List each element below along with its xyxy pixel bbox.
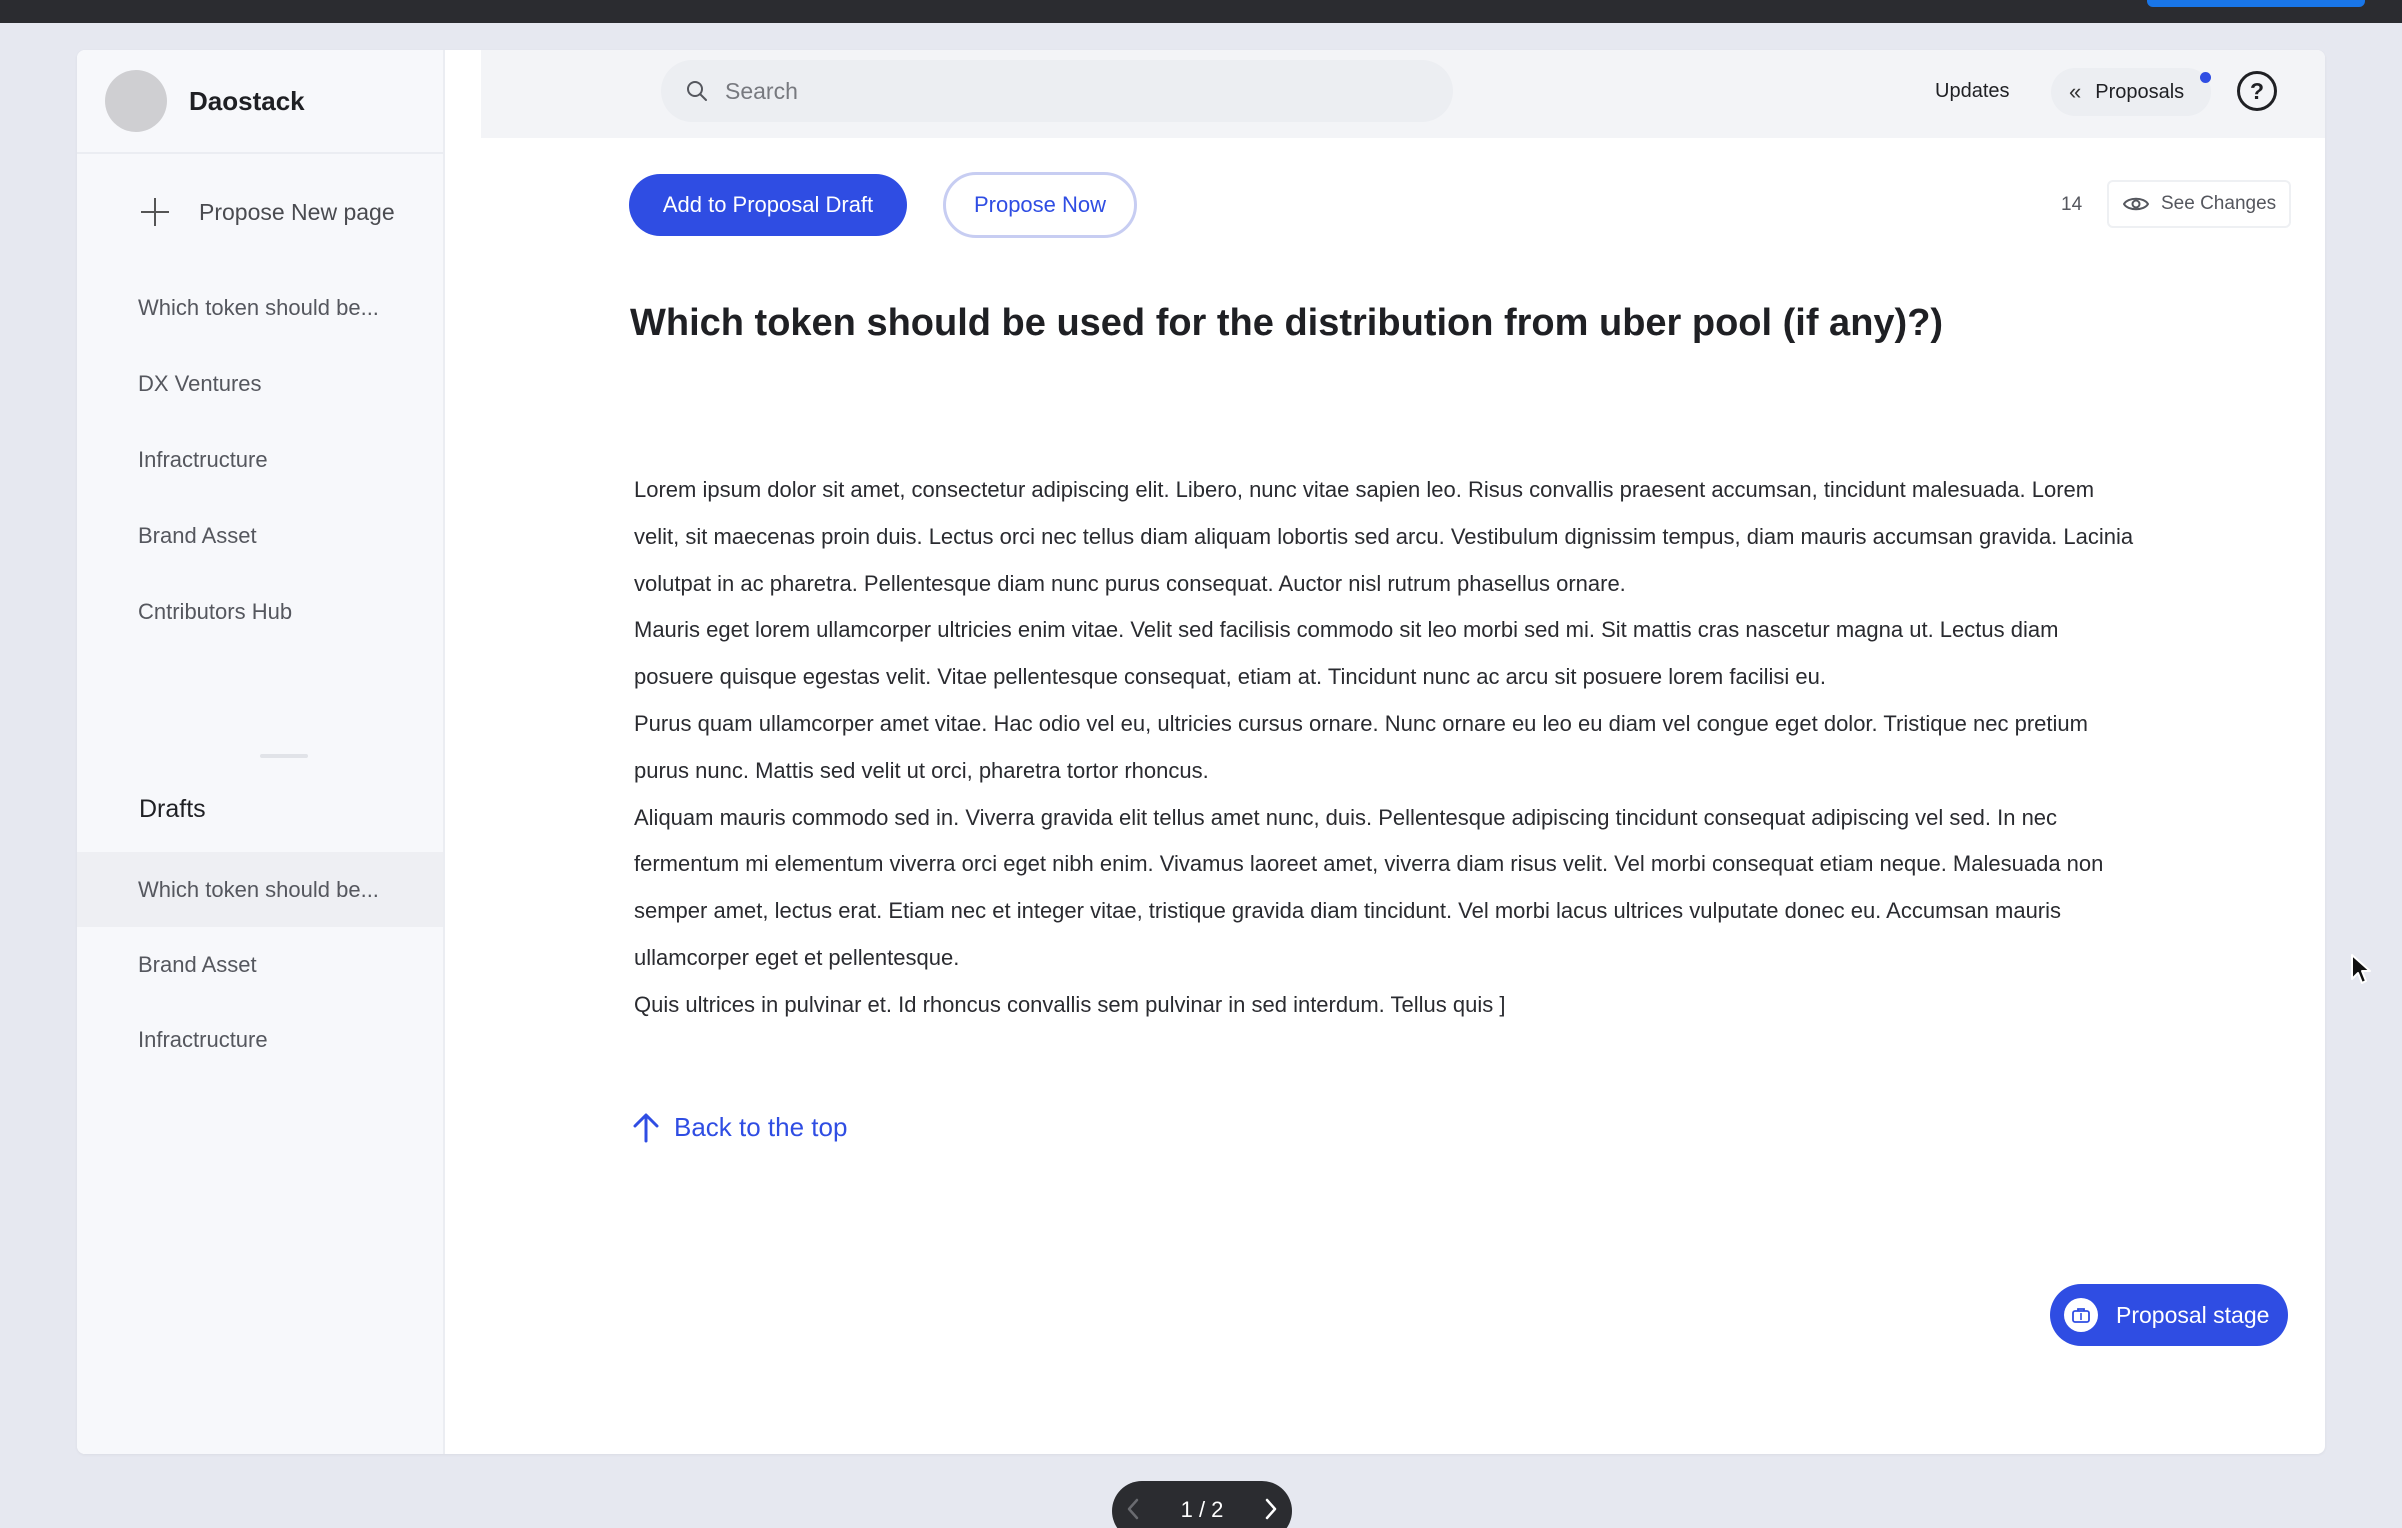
propose-new-page-button[interactable]: Propose New page [77,154,443,270]
page-navigator: 1 / 2 [1112,1481,1292,1528]
app-window: Daostack Propose New page Which token sh… [77,50,2325,1454]
paragraph: Mauris eget lorem ullamcorper ultricies … [634,617,2059,690]
propose-now-button[interactable]: Propose Now [943,172,1137,238]
search-icon [687,81,707,101]
proposals-button[interactable]: « Proposals [2051,68,2211,116]
proposals-label: Proposals [2095,80,2185,103]
changes-count: 14 [2061,194,2083,215]
draft-item-token-distribution[interactable]: Which token should be... [77,852,443,927]
propose-new-page-label: Propose New page [199,198,395,225]
proposal-stage-button[interactable]: Proposal stage [2050,1284,2288,1346]
add-to-proposal-draft-button[interactable]: Add to Proposal Draft [629,174,907,236]
paragraph: Aliquam mauris commodo sed in. Viverra g… [634,804,2104,970]
paragraph: Purus quam ullamcorper amet vitae. Hac o… [634,710,2088,783]
arrow-up-icon [633,1113,659,1142]
sidebar-divider [260,754,308,758]
drafts-list: Which token should be... Brand Asset Inf… [77,852,443,1077]
chevron-right-icon[interactable] [1264,1497,1278,1521]
search-input[interactable] [725,77,1425,105]
brand-header: Daostack [77,50,443,154]
window-top-strip [0,0,2402,23]
sidebar-item-token-distribution[interactable]: Which token should be... [77,270,443,346]
sidebar-item-infrastructure[interactable]: Infractructure [77,422,443,498]
chevrons-left-icon: « [2069,79,2082,104]
back-to-top-link[interactable]: Back to the top [632,1112,847,1143]
sidebar-pages: Which token should be... DX Ventures Inf… [77,270,443,650]
eye-icon [2123,197,2149,211]
top-bar: Updates « Proposals ? [481,50,2325,138]
mouse-cursor-icon [2351,954,2371,984]
search-bar [661,60,1453,122]
help-icon[interactable]: ? [2237,71,2277,111]
plus-icon [141,198,169,226]
document-title: Which token should be used for the distr… [630,302,1944,344]
sidebar-item-brand-asset[interactable]: Brand Asset [77,498,443,574]
page-indicator: 1 / 2 [1180,1497,1224,1522]
see-changes-button[interactable]: See Changes [2107,180,2291,228]
chevron-left-icon[interactable] [1126,1497,1140,1521]
avatar [105,70,167,132]
proposal-stage-label: Proposal stage [2116,1301,2270,1328]
updates-link[interactable]: Updates [1935,80,2010,103]
document-body: Lorem ipsum dolor sit amet, consectetur … [634,467,2134,1029]
draft-item-infrastructure[interactable]: Infractructure [77,1002,443,1077]
drafts-heading: Drafts [139,795,206,823]
back-to-top-label: Back to the top [674,1112,848,1142]
paragraph: Lorem ipsum dolor sit amet, consectetur … [634,477,2134,596]
sidebar-item-contributors-hub[interactable]: Cntributors Hub [77,574,443,650]
sidebar-item-dx-ventures[interactable]: DX Ventures [77,346,443,422]
briefcase-icon [2064,1298,2098,1332]
notification-dot [2200,72,2211,83]
brand-name: Daostack [189,85,305,116]
see-changes-label: See Changes [2161,193,2277,214]
sidebar: Daostack Propose New page Which token sh… [77,50,445,1454]
draft-item-brand-asset[interactable]: Brand Asset [77,927,443,1002]
top-accent-bar [2147,0,2365,7]
paragraph: Quis ultrices in pulvinar et. Id rhoncus… [634,991,1506,1017]
